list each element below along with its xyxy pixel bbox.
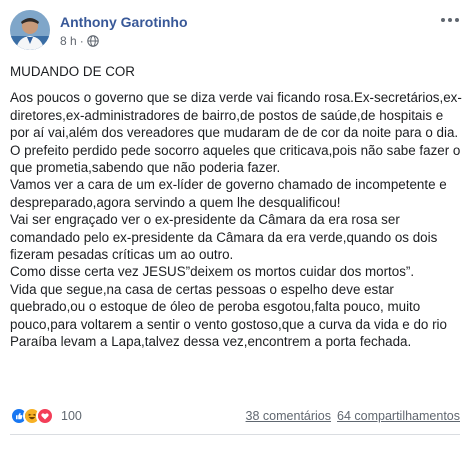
love-icon (36, 407, 54, 425)
post-text: MUDANDO DE COR Aos poucos o governo que … (10, 63, 462, 351)
comments-count-link[interactable]: 38 comentários (246, 409, 331, 423)
post-paragraph: Vai ser engraçado ver o ex-presidente da… (10, 212, 438, 263)
post-meta: 8 h · (60, 34, 99, 48)
post-stats: 100 38 comentários 64 compartilhamentos (10, 405, 460, 427)
meta-separator: · (79, 34, 84, 48)
globe-icon[interactable] (86, 35, 99, 47)
post-header: Anthony Garotinho 8 h · (10, 10, 460, 54)
post-time[interactable]: 8 h (60, 34, 77, 48)
post-paragraph: Vamos ver a cara de um ex-líder de gover… (10, 177, 447, 210)
post-paragraph: Como disse certa vez JESUS”deixem os mor… (10, 264, 415, 280)
divider (10, 434, 460, 435)
reaction-count[interactable]: 100 (61, 409, 82, 423)
engagement-counts: 38 comentários 64 compartilhamentos (246, 409, 460, 423)
action-bar (10, 440, 460, 453)
more-options-icon[interactable] (440, 12, 460, 28)
shares-count-link[interactable]: 64 compartilhamentos (337, 409, 460, 423)
action-bar-slot[interactable] (220, 440, 250, 453)
avatar[interactable] (10, 10, 50, 50)
post-paragraph: O prefeito perdido pede socorro aqueles … (10, 142, 461, 176)
author-name[interactable]: Anthony Garotinho (60, 14, 188, 30)
profile-photo (10, 10, 50, 50)
post-paragraph: Vida que segue,na casa de certas pessoas… (10, 281, 447, 350)
post-paragraph: Aos poucos o governo que se diza verde v… (10, 90, 462, 141)
action-bar-slot[interactable] (70, 440, 100, 453)
reactions-summary[interactable]: 100 (10, 407, 82, 425)
action-bar-slot[interactable] (370, 440, 400, 453)
post-title: MUDANDO DE COR (10, 64, 135, 79)
